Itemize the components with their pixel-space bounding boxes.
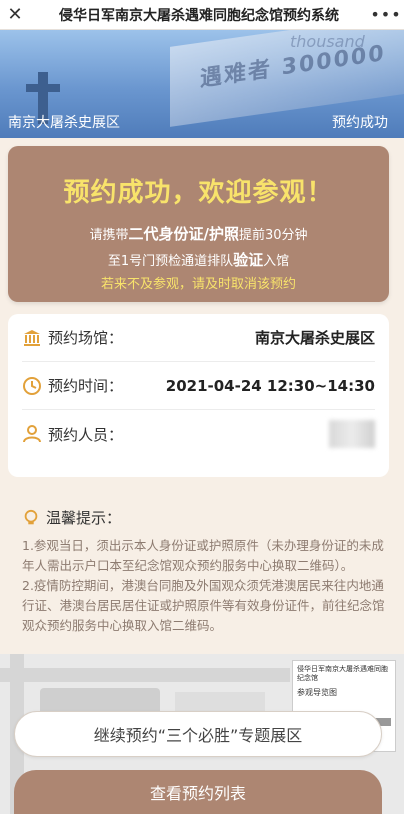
success-card: 预约成功，欢迎参观！ 请携带二代身份证/护照提前30分钟 至1号门预检通道排队验…	[8, 146, 389, 302]
info-row-time: 预约时间： 2021-04-24 12:30~14:30	[22, 362, 375, 410]
museum-icon	[24, 329, 40, 346]
cancel-reminder: 若来不及参观，请及时取消该预约	[100, 277, 296, 292]
info-row-person: 预约人员：	[22, 410, 375, 458]
tips-title: 温馨提示：	[46, 509, 122, 527]
instruction-2-pre: 至1号门预检通道排队	[107, 254, 234, 269]
person-name-redacted	[329, 420, 375, 448]
continue-reservation-button[interactable]: 继续预约“三个必胜”专题展区	[14, 711, 382, 757]
banner: 遇难者 300000 thousand 南京大屠杀史展区 预约成功	[0, 30, 404, 138]
map-legend-title: 侵华日军南京大屠杀遇难同胞纪念馆	[297, 665, 388, 682]
banner-venue-label: 南京大屠杀史展区	[8, 115, 120, 131]
close-icon[interactable]: ✕	[0, 4, 30, 25]
map-road	[0, 668, 290, 682]
instruction-1-pre: 请携带	[89, 228, 129, 243]
view-reservation-list-button[interactable]: 查看预约列表	[14, 770, 382, 814]
top-bar: ✕ 侵华日军南京大屠杀遇难同胞纪念馆预约系统 •••	[0, 0, 404, 30]
info-label-time: 预约时间：	[48, 377, 124, 395]
success-instruction-1: 请携带二代身份证/护照提前30分钟	[8, 223, 389, 244]
more-icon[interactable]: •••	[368, 5, 404, 24]
tip-item: 1.参观当日，须出示本人身份证或护照原件（未办理身份证的未成年人需出示户口本至纪…	[22, 538, 384, 573]
info-label-person: 预约人员：	[48, 425, 124, 444]
banner-word-text: thousand	[290, 32, 365, 51]
info-value-time: 2021-04-24 12:30~14:30	[165, 376, 375, 395]
lightbulb-icon	[24, 509, 38, 524]
map-legend-subtitle: 参观导览图	[297, 688, 337, 697]
tips-section: 温馨提示： 1.参观当日，须出示本人身份证或护照原件（未办理身份证的未成年人需出…	[22, 507, 388, 636]
person-icon	[23, 425, 41, 443]
instruction-1-post: 提前30分钟	[238, 228, 308, 243]
info-label-venue: 预约场馆：	[48, 329, 124, 347]
reservation-info-card: 预约场馆： 南京大屠杀史展区 预约时间： 2021-04-24 12:30~14…	[8, 314, 389, 477]
clock-icon	[23, 376, 41, 395]
tip-item: 2.疫情防控期间，港澳台同胞及外国观众须凭港澳居民来往内地通行证、港澳台居民居住…	[22, 578, 385, 633]
banner-status-label: 预约成功	[332, 115, 388, 131]
success-instruction-2: 至1号门预检通道排队验证入馆	[8, 249, 389, 270]
instruction-2-post: 入馆	[263, 254, 290, 269]
success-headline: 预约成功，欢迎参观！	[63, 178, 334, 208]
info-value-venue: 南京大屠杀史展区	[254, 329, 375, 347]
tips-header: 温馨提示：	[22, 507, 388, 528]
instruction-2-bold: 验证	[233, 251, 264, 269]
page-title: 侵华日军南京大屠杀遇难同胞纪念馆预约系统	[59, 7, 339, 24]
info-row-venue: 预约场馆： 南京大屠杀史展区	[22, 314, 375, 362]
instruction-1-bold: 二代身份证/护照	[128, 225, 239, 243]
